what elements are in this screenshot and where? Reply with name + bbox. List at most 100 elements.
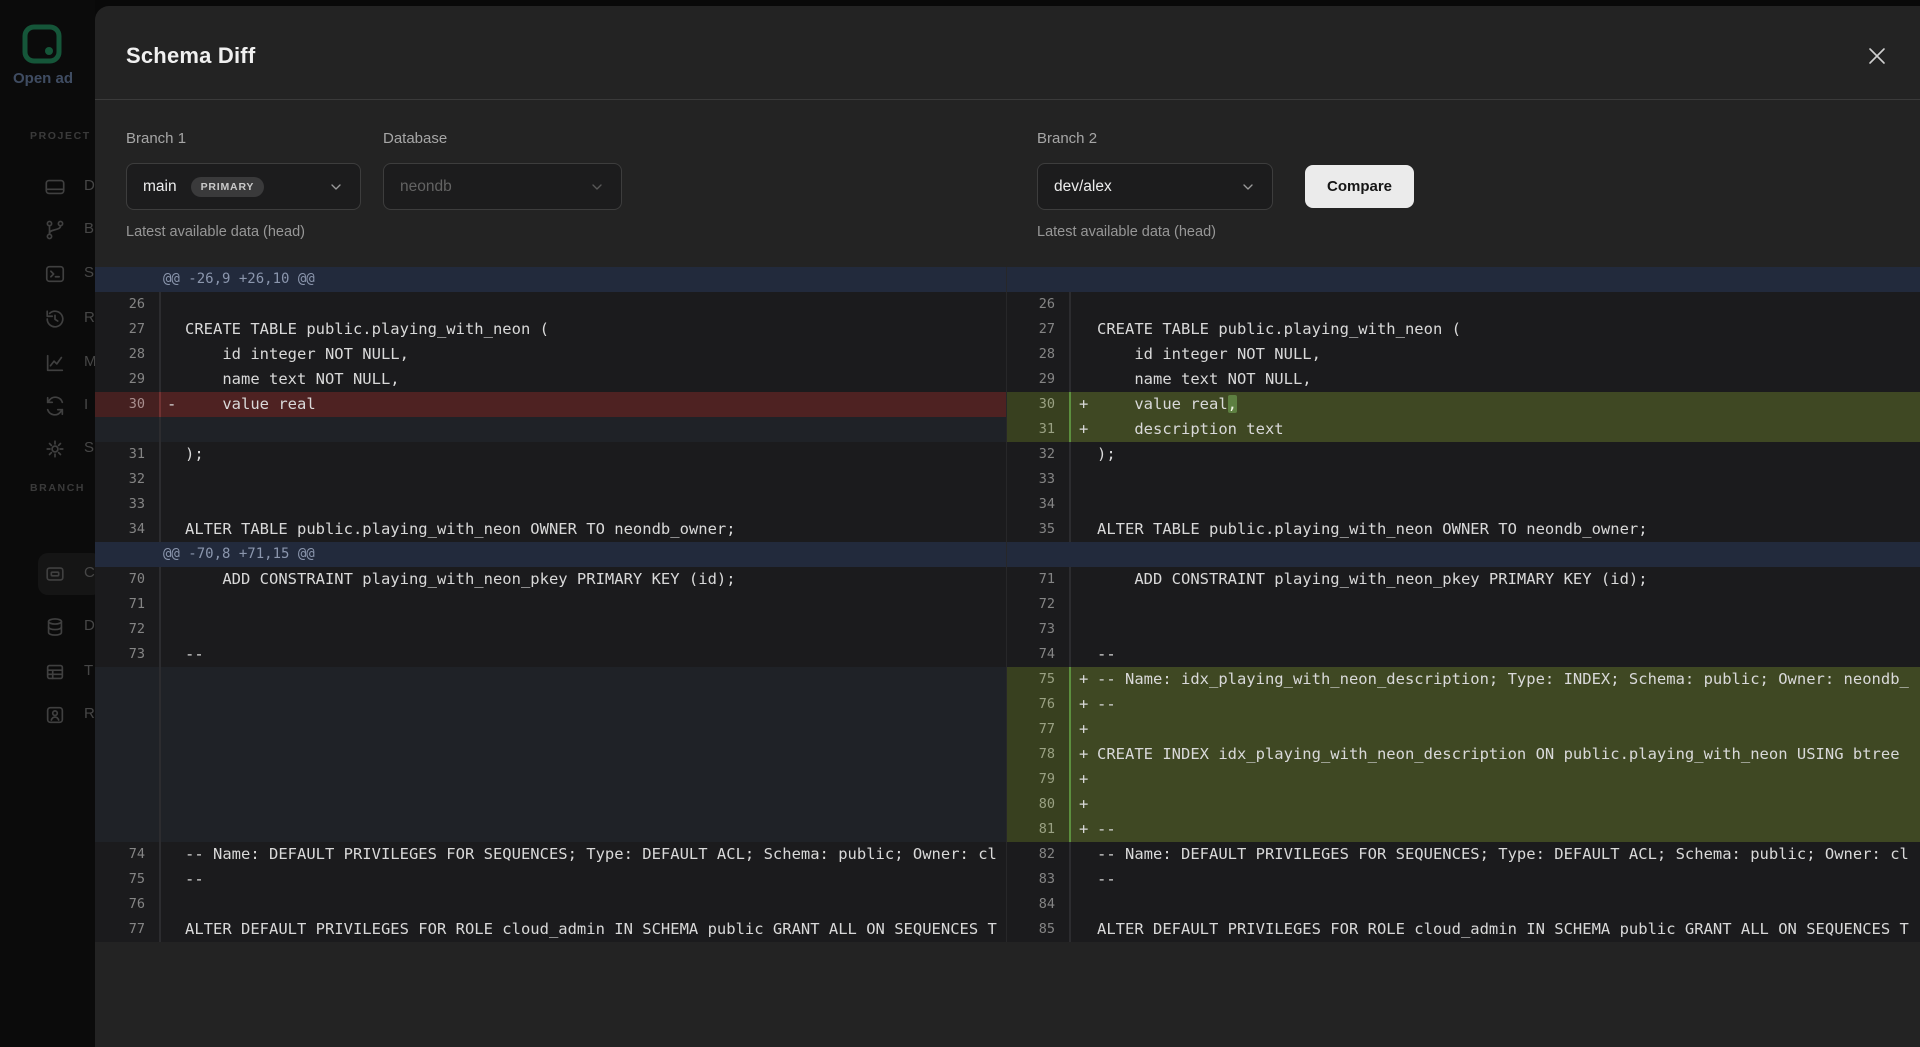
close-icon bbox=[1865, 44, 1889, 68]
diff-row: 33 bbox=[95, 492, 1006, 517]
modal-title: Schema Diff bbox=[126, 43, 255, 69]
line-number: 77 bbox=[95, 917, 159, 942]
line-number: 72 bbox=[95, 617, 159, 642]
diff-marker bbox=[161, 292, 185, 317]
line-number: 73 bbox=[95, 642, 159, 667]
diff-marker: + bbox=[1071, 817, 1097, 842]
diff-marker bbox=[1071, 917, 1097, 942]
diff-row: 78+CREATE INDEX idx_playing_with_neon_de… bbox=[1007, 742, 1920, 767]
diff-row: 76 bbox=[95, 892, 1006, 917]
diff-row: 79+ bbox=[1007, 767, 1920, 792]
code-line: -- bbox=[1097, 692, 1920, 717]
line-number: 85 bbox=[1007, 917, 1069, 942]
diff-row bbox=[95, 667, 1006, 692]
database-select[interactable]: neondb bbox=[383, 163, 622, 210]
line-number: 83 bbox=[1007, 867, 1069, 892]
diff-row bbox=[95, 767, 1006, 792]
line-number: 76 bbox=[95, 892, 159, 917]
diff-row: 32); bbox=[1007, 442, 1920, 467]
hunk-header: @@ -26,9 +26,10 @@ bbox=[95, 267, 315, 292]
compare-button[interactable]: Compare bbox=[1305, 165, 1414, 208]
diff-marker: + bbox=[1071, 717, 1097, 742]
diff-marker bbox=[161, 842, 185, 867]
diff-marker bbox=[161, 867, 185, 892]
diff-marker: + bbox=[1071, 392, 1097, 417]
diff-row: 28 id integer NOT NULL, bbox=[1007, 342, 1920, 367]
diff-row: 71 bbox=[95, 592, 1006, 617]
line-number: 27 bbox=[95, 317, 159, 342]
diff-marker bbox=[1071, 292, 1097, 317]
diff-row: 77 ALTER DEFAULT PRIVILEGES FOR ROLE clou… bbox=[95, 917, 1006, 942]
code-line: -- bbox=[185, 642, 1006, 667]
diff-row: 30- value real bbox=[95, 392, 1006, 417]
diff-marker bbox=[1071, 367, 1097, 392]
diff-marker bbox=[1071, 317, 1097, 342]
line-number: 77 bbox=[1007, 717, 1069, 742]
diff-marker: + bbox=[1071, 792, 1097, 817]
code-line: CREATE TABLE public.playing_with_neon ( bbox=[185, 317, 1006, 342]
diff-row: 84 bbox=[1007, 892, 1920, 917]
diff-row: 70 ADD CONSTRAINT playing_with_neon_pkey… bbox=[95, 567, 1006, 592]
line-number: 31 bbox=[1007, 417, 1069, 442]
code-line: -- Name: idx_playing_with_neon_descripti… bbox=[1097, 667, 1920, 692]
diff-row: 29 name text NOT NULL, bbox=[95, 367, 1006, 392]
diff-row: 30+ value real, bbox=[1007, 392, 1920, 417]
diff-row: 76+-- bbox=[1007, 692, 1920, 717]
code-line bbox=[185, 467, 1006, 492]
code-line bbox=[1097, 292, 1920, 317]
branch2-label: Branch 2 bbox=[1037, 130, 1273, 148]
branch1-value: main bbox=[143, 178, 177, 196]
diff-row: 75-- bbox=[95, 867, 1006, 892]
diff-row bbox=[95, 817, 1006, 842]
diff-row: 72 bbox=[1007, 592, 1920, 617]
close-button[interactable] bbox=[1862, 42, 1892, 72]
diff-row: 32 bbox=[95, 467, 1006, 492]
line-number: 33 bbox=[1007, 467, 1069, 492]
diff-row: 80+ bbox=[1007, 792, 1920, 817]
code-line: ); bbox=[1097, 442, 1920, 467]
diff-row: 77+ bbox=[1007, 717, 1920, 742]
line-number: 35 bbox=[1007, 517, 1069, 542]
line-number: 30 bbox=[95, 392, 159, 417]
line-number: 76 bbox=[1007, 692, 1069, 717]
branch2-select[interactable]: dev/alex bbox=[1037, 163, 1273, 210]
line-number: 81 bbox=[1007, 817, 1069, 842]
inline-diff-highlight: , bbox=[1228, 395, 1237, 413]
branch2-hint: Latest available data (head) bbox=[1037, 224, 1273, 240]
diff-marker bbox=[161, 317, 185, 342]
diff-marker bbox=[1071, 592, 1097, 617]
code-line bbox=[185, 292, 1006, 317]
line-number: 32 bbox=[95, 467, 159, 492]
branch1-select[interactable]: main PRIMARY bbox=[126, 163, 361, 210]
code-line: id integer NOT NULL, bbox=[185, 342, 1006, 367]
branch1-hint: Latest available data (head) bbox=[126, 224, 361, 240]
code-line bbox=[185, 617, 1006, 642]
diff-row: 74-- Name: DEFAULT PRIVILEGES FOR SEQUEN… bbox=[95, 842, 1006, 867]
diff-marker bbox=[1071, 842, 1097, 867]
line-number: 28 bbox=[95, 342, 159, 367]
hunk-header bbox=[1007, 542, 1075, 567]
branch1-label: Branch 1 bbox=[126, 130, 361, 148]
diff-marker bbox=[161, 467, 185, 492]
diff-row: 72 bbox=[95, 617, 1006, 642]
diff-marker bbox=[1071, 867, 1097, 892]
diff-row: 26 bbox=[1007, 292, 1920, 317]
diff-row: 73 bbox=[1007, 617, 1920, 642]
line-number: 74 bbox=[95, 842, 159, 867]
line-number: 34 bbox=[95, 517, 159, 542]
diff-row: 28 id integer NOT NULL, bbox=[95, 342, 1006, 367]
code-line: value real, bbox=[1097, 392, 1920, 417]
diff-marker bbox=[161, 367, 185, 392]
hunk-header bbox=[1007, 267, 1075, 292]
code-line: -- bbox=[185, 867, 1006, 892]
branch2-value: dev/alex bbox=[1054, 178, 1112, 196]
code-line: ALTER DEFAULT PRIVILEGES FOR ROLE cloud_… bbox=[185, 917, 1006, 942]
diff-marker bbox=[161, 617, 185, 642]
code-line: name text NOT NULL, bbox=[185, 367, 1006, 392]
line-number: 79 bbox=[1007, 767, 1069, 792]
hunk-header: @@ -70,8 +71,15 @@ bbox=[95, 542, 315, 567]
code-line: ALTER DEFAULT PRIVILEGES FOR ROLE cloud_… bbox=[1097, 917, 1920, 942]
code-line: ALTER TABLE public.playing_with_neon OWN… bbox=[1097, 517, 1920, 542]
diff-marker bbox=[1071, 442, 1097, 467]
code-line: CREATE INDEX idx_playing_with_neon_descr… bbox=[1097, 742, 1920, 767]
